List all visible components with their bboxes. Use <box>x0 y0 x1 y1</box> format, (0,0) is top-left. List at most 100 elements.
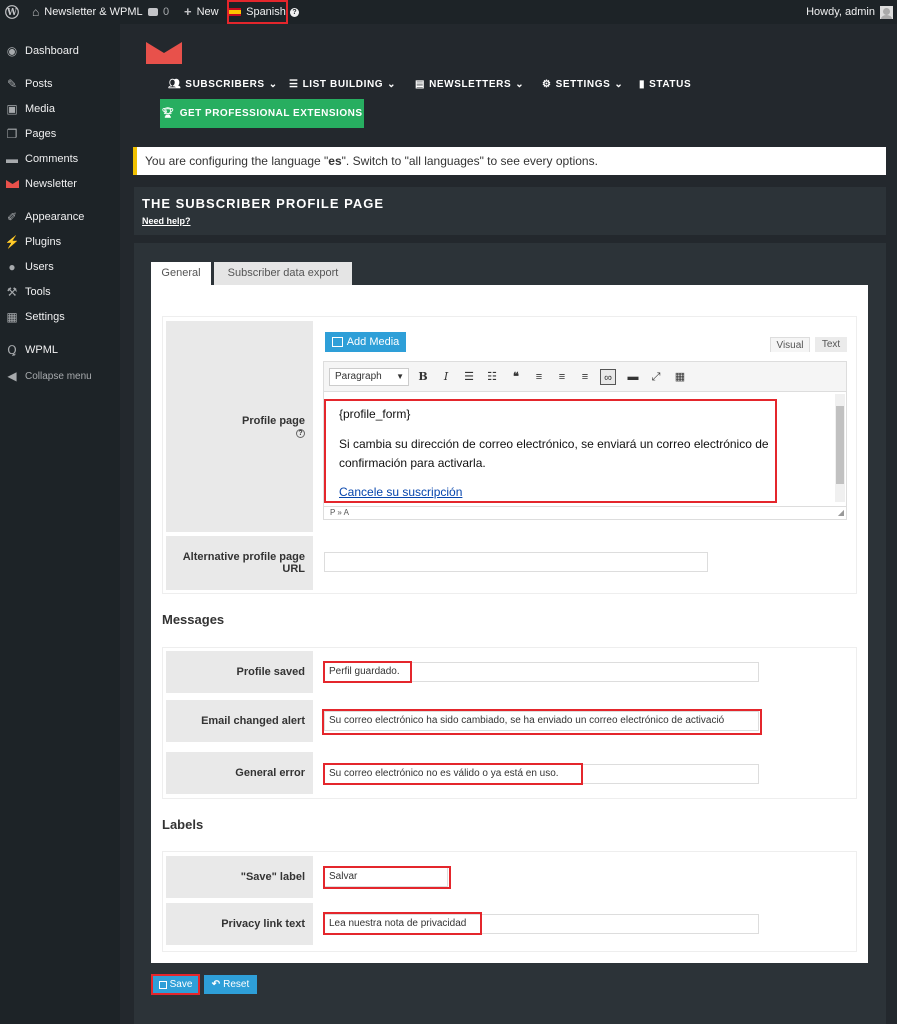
nav-status[interactable]: ▮ STATUS <box>639 78 691 92</box>
wpml-icon: Ꝗ <box>7 343 17 357</box>
editor-toolbar: Paragraph ▼ B I ☰ ☷ ❝ ≡ ≡ ≡ ∞ ▬ ⤢ ▦ <box>323 361 847 392</box>
sidebar-item-wpml[interactable]: Ꝗ WPML <box>0 339 120 361</box>
align-left-icon[interactable]: ≡ <box>531 369 547 385</box>
save-label-label: "Save" label <box>166 856 313 898</box>
new-content-link[interactable]: + New <box>184 0 219 24</box>
sidebar-item-pages[interactable]: ❐ Pages <box>0 123 120 145</box>
wordpress-logo-icon[interactable]: W <box>5 0 19 24</box>
general-error-highlight <box>323 763 583 785</box>
general-error-label: General error <box>166 752 313 794</box>
collapse-menu-button[interactable]: ◀ Collapse menu <box>0 365 120 387</box>
home-icon: ⌂ <box>32 5 40 19</box>
bullet-list-icon[interactable]: ☰ <box>461 369 477 385</box>
email-changed-highlight <box>322 709 762 735</box>
list-icon: ☰ <box>289 79 299 90</box>
newspaper-icon: ▤ <box>415 79 426 90</box>
alt-profile-url-label: Alternative profile page URL <box>166 536 313 590</box>
email-changed-label: Email changed alert <box>166 700 313 742</box>
newsletter-icon <box>5 177 19 191</box>
dropdown-arrow-icon: ▼ <box>396 372 404 381</box>
chevron-down-icon: ⌄ <box>387 79 397 90</box>
avatar <box>880 5 893 19</box>
wrench-icon: ⚒ <box>6 285 18 299</box>
nav-newsletters[interactable]: ▤ NEWSLETTERS ⌄ <box>415 78 524 92</box>
media-icon <box>331 337 343 347</box>
alt-profile-url-input[interactable] <box>324 552 708 572</box>
scrollbar-thumb[interactable] <box>836 406 844 484</box>
settings-icon: ▦ <box>6 310 18 324</box>
thermometer-icon: ▮ <box>639 79 646 90</box>
numbered-list-icon[interactable]: ☷ <box>484 369 500 385</box>
sidebar-item-media[interactable]: ▣ Media <box>0 98 120 120</box>
editor-scrollbar[interactable] <box>835 394 845 502</box>
svg-text:W: W <box>6 8 18 18</box>
nav-settings[interactable]: ⚙ SETTINGS ⌄ <box>542 78 623 92</box>
sidebar-item-appearance[interactable]: ✐ Appearance <box>0 206 120 228</box>
help-icon[interactable]: ? <box>296 429 305 438</box>
pin-icon: ✎ <box>6 77 18 91</box>
page-title: THE SUBSCRIBER PROFILE PAGE <box>142 196 385 211</box>
get-professional-extensions-button[interactable]: 🏆︎ GET PROFESSIONAL EXTENSIONS <box>160 99 364 128</box>
comment-bubble-icon <box>148 8 158 16</box>
gear-icon: ⚙ <box>542 79 552 90</box>
floppy-icon <box>158 980 167 989</box>
language-switcher[interactable]: Spanish <box>227 0 288 24</box>
collapse-icon: ◀ <box>7 369 17 383</box>
link-icon[interactable]: ∞ <box>600 369 616 385</box>
brush-icon: ✐ <box>6 210 18 224</box>
media-icon: ▣ <box>6 102 18 116</box>
editor-line-profile-form: {profile_form} <box>339 407 411 421</box>
resize-handle-icon[interactable]: ◢ <box>838 507 844 519</box>
messages-heading: Messages <box>162 612 225 627</box>
tab-subscriber-data-export[interactable]: Subscriber data export <box>214 262 352 286</box>
reset-button[interactable]: ↶ Reset <box>204 975 257 994</box>
editor-tab-visual[interactable]: Visual <box>770 337 810 352</box>
profile-page-label: Profile page ? <box>166 321 313 532</box>
privacy-link-label: Privacy link text <box>166 903 313 945</box>
sidebar-item-dashboard[interactable]: ◉ Dashboard <box>0 40 120 62</box>
plugin-icon: ⚡ <box>4 235 20 249</box>
save-button[interactable]: Save <box>151 974 200 995</box>
newsletter-logo[interactable] <box>146 42 182 64</box>
sidebar-item-comments[interactable]: ▬ Comments <box>0 148 120 170</box>
blockquote-icon[interactable]: ❝ <box>508 369 524 385</box>
save-label-highlight <box>323 866 451 889</box>
editor-status-bar: P » A ◢ <box>323 506 847 520</box>
undo-icon: ↶ <box>211 979 221 990</box>
page-header: THE SUBSCRIBER PROFILE PAGE Need help? <box>134 187 886 235</box>
align-right-icon[interactable]: ≡ <box>577 369 593 385</box>
toolbar-toggle-icon[interactable]: ▦ <box>672 369 688 385</box>
align-center-icon[interactable]: ≡ <box>554 369 570 385</box>
nav-list-building[interactable]: ☰ LIST BUILDING ⌄ <box>289 78 396 92</box>
add-media-button[interactable]: Add Media <box>325 332 406 352</box>
chevron-down-icon: ⌄ <box>515 79 525 90</box>
fullscreen-icon[interactable]: ⤢ <box>648 369 664 385</box>
sidebar-item-plugins[interactable]: ⚡ Plugins <box>0 231 120 253</box>
sidebar-item-users[interactable]: ● Users <box>0 256 120 278</box>
format-select[interactable]: Paragraph ▼ <box>329 368 409 386</box>
editor-tab-text[interactable]: Text <box>815 337 847 352</box>
bold-icon[interactable]: B <box>415 369 431 385</box>
site-name-link[interactable]: ⌂ Newsletter & WPML <box>32 0 143 24</box>
need-help-link[interactable]: Need help? <box>142 216 191 226</box>
nav-subscribers[interactable]: 👥︎ SUBSCRIBERS ⌄ <box>168 78 278 92</box>
plus-icon: + <box>184 4 192 19</box>
my-account-link[interactable]: Howdy, admin <box>806 0 893 24</box>
sidebar-item-settings[interactable]: ▦ Settings <box>0 306 120 328</box>
language-help-icon[interactable]: ? <box>290 0 299 24</box>
tab-general[interactable]: General <box>151 262 211 286</box>
italic-icon[interactable]: I <box>438 369 454 385</box>
trophy-icon: 🏆︎ <box>161 108 175 119</box>
admin-bar: W ⌂ Newsletter & WPML 0 + New Spanish ? … <box>0 0 897 24</box>
user-icon: ● <box>8 260 16 274</box>
privacy-link-highlight <box>323 912 482 935</box>
read-more-icon[interactable]: ▬ <box>625 369 641 385</box>
sidebar-item-tools[interactable]: ⚒ Tools <box>0 281 120 303</box>
sidebar-item-newsletter[interactable]: Newsletter <box>0 173 120 195</box>
cancel-subscription-link[interactable]: Cancele su suscripción <box>339 485 462 499</box>
language-notice: You are configuring the language "es". S… <box>133 147 886 175</box>
sidebar-item-posts[interactable]: ✎ Posts <box>0 73 120 95</box>
dashboard-icon: ◉ <box>6 44 18 58</box>
users-icon: 👥︎ <box>168 79 182 90</box>
comments-link[interactable]: 0 <box>148 0 169 24</box>
